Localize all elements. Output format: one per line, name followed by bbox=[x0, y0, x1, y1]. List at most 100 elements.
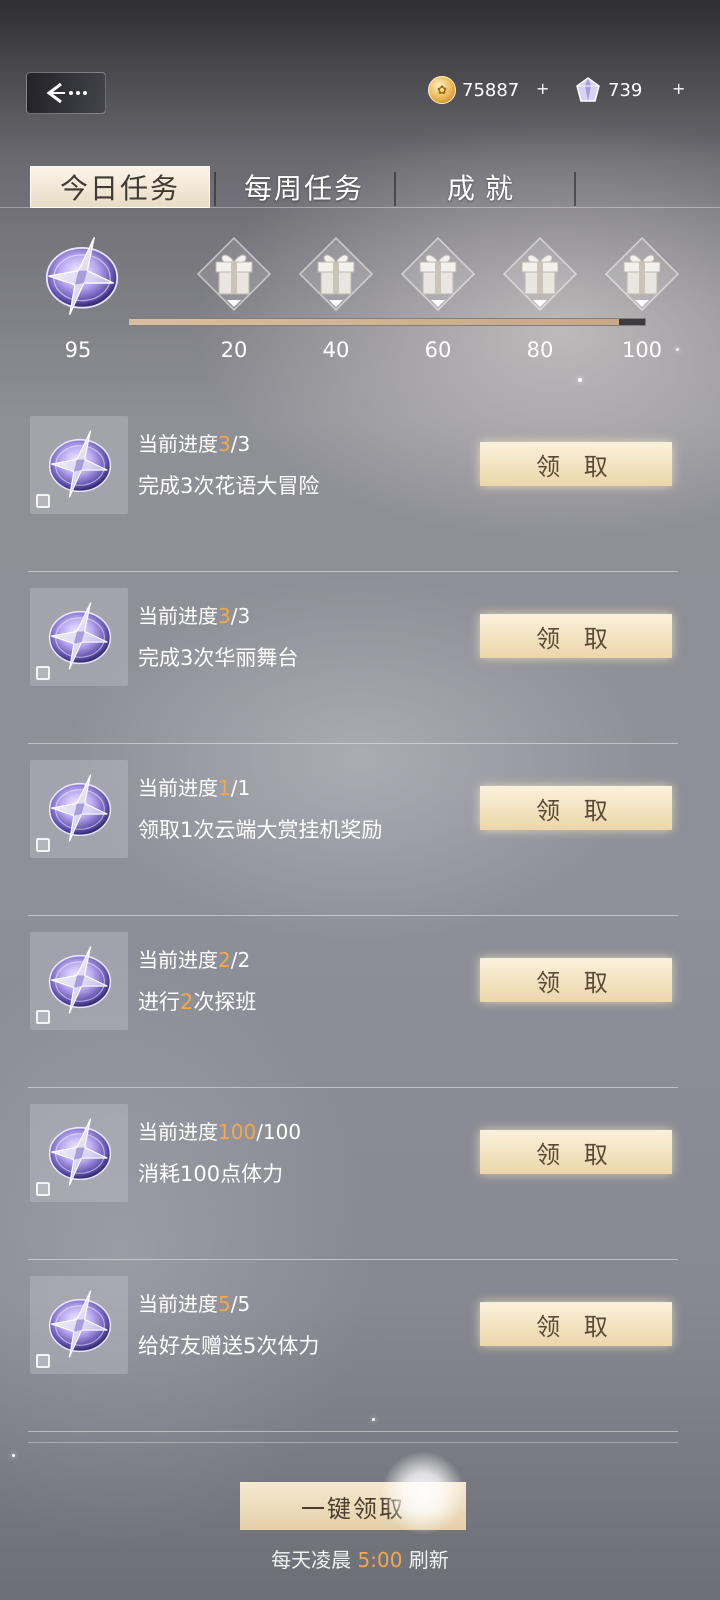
reward-star-icon bbox=[48, 945, 112, 1015]
progress-total: /2 bbox=[230, 948, 251, 972]
tab-weekly[interactable]: 每周任务 bbox=[216, 166, 392, 208]
progress-label: 当前进度 bbox=[138, 948, 218, 972]
gem-icon bbox=[576, 77, 600, 102]
add-coins-button[interactable]: + bbox=[536, 70, 549, 106]
activity-points: 95 bbox=[64, 338, 92, 362]
progress-total: /3 bbox=[230, 604, 251, 628]
row-divider bbox=[28, 1431, 678, 1432]
task-progress: 当前进度100/100 bbox=[138, 1116, 301, 1145]
sparkle bbox=[12, 1454, 15, 1457]
task-reward[interactable] bbox=[30, 760, 128, 858]
progress-total: /5 bbox=[230, 1292, 251, 1316]
task-row: 当前进度5/5 给好友赠送5次体力 领 取 bbox=[28, 1260, 678, 1432]
progress-total: /1 bbox=[230, 776, 251, 800]
refresh-text: 每天凌晨 bbox=[271, 1548, 358, 1572]
task-progress: 当前进度3/3 bbox=[138, 600, 250, 629]
quantity-badge-icon bbox=[36, 1354, 50, 1368]
task-progress: 当前进度2/2 bbox=[138, 944, 250, 973]
task-progress: 当前进度3/3 bbox=[138, 428, 250, 457]
refresh-text: 刷新 bbox=[402, 1548, 449, 1572]
milestone-gift-60[interactable] bbox=[398, 234, 478, 314]
reward-star-icon bbox=[48, 1117, 112, 1187]
reward-star-icon bbox=[48, 1289, 112, 1359]
list-bottom-divider bbox=[28, 1442, 678, 1443]
task-description: 完成3次花语大冒险 bbox=[138, 474, 320, 498]
progress-current: 5 bbox=[218, 1292, 231, 1316]
gift-icon bbox=[503, 237, 577, 311]
task-description: 消耗100点体力 bbox=[138, 1162, 284, 1186]
desc-text: 进行 bbox=[138, 990, 180, 1014]
task-reward[interactable] bbox=[30, 932, 128, 1030]
progress-label: 当前进度 bbox=[138, 604, 218, 628]
tab-achievements[interactable]: 成就 bbox=[396, 166, 574, 208]
claim-button[interactable]: 领 取 bbox=[480, 614, 672, 658]
quantity-badge-icon bbox=[36, 838, 50, 852]
milestone-label: 20 bbox=[220, 338, 248, 362]
reward-star-icon bbox=[48, 773, 112, 843]
gift-icon bbox=[197, 237, 271, 311]
task-description: 完成3次华丽舞台 bbox=[138, 646, 299, 670]
quantity-badge-icon bbox=[36, 494, 50, 508]
task-progress: 当前进度5/5 bbox=[138, 1288, 250, 1317]
task-row: 当前进度3/3 完成3次华丽舞台 领 取 bbox=[28, 572, 678, 744]
progress-current: 3 bbox=[218, 604, 231, 628]
progress-total: /3 bbox=[230, 432, 251, 456]
quantity-badge-icon bbox=[36, 666, 50, 680]
coin-amount: 75887 bbox=[462, 79, 520, 101]
activity-progress-fill bbox=[129, 319, 620, 325]
refresh-time: 5:00 bbox=[357, 1548, 403, 1572]
claim-button[interactable]: 领 取 bbox=[480, 442, 672, 486]
progress-current: 100 bbox=[218, 1120, 257, 1144]
claim-button[interactable]: 领 取 bbox=[480, 1130, 672, 1174]
milestone-gift-40[interactable] bbox=[296, 234, 376, 314]
claim-button[interactable]: 领 取 bbox=[480, 1302, 672, 1346]
progress-total: /100 bbox=[256, 1120, 302, 1144]
task-description: 领取1次云端大赏挂机奖励 bbox=[138, 818, 383, 842]
task-description: 进行2次探班 bbox=[138, 986, 256, 1016]
task-progress: 当前进度1/1 bbox=[138, 772, 250, 801]
progress-current: 3 bbox=[218, 432, 231, 456]
task-description: 给好友赠送5次体力 bbox=[138, 1334, 320, 1358]
reward-star-icon bbox=[48, 601, 112, 671]
gift-icon bbox=[299, 237, 373, 311]
progress-current: 1 bbox=[218, 776, 231, 800]
refresh-note: 每天凌晨 5:00 刷新 bbox=[0, 1544, 720, 1573]
task-reward[interactable] bbox=[30, 1276, 128, 1374]
back-arrow-icon bbox=[46, 82, 87, 104]
desc-text: 次探班 bbox=[193, 990, 257, 1014]
task-row: 当前进度2/2 进行2次探班 领 取 bbox=[28, 916, 678, 1088]
task-row: 当前进度1/1 领取1次云端大赏挂机奖励 领 取 bbox=[28, 744, 678, 916]
add-gems-button[interactable]: + bbox=[672, 70, 685, 106]
milestone-gift-20[interactable] bbox=[194, 234, 274, 314]
progress-current: 2 bbox=[218, 948, 231, 972]
task-reward[interactable] bbox=[30, 588, 128, 686]
milestone-label: 40 bbox=[322, 338, 350, 362]
activity-star-icon bbox=[45, 236, 119, 316]
claim-button[interactable]: 领 取 bbox=[480, 958, 672, 1002]
progress-label: 当前进度 bbox=[138, 1292, 218, 1316]
task-row: 当前进度3/3 完成3次花语大冒险 领 取 bbox=[28, 400, 678, 572]
milestone-gift-80[interactable] bbox=[500, 234, 580, 314]
coin-icon: ✿ bbox=[428, 76, 456, 104]
back-button[interactable] bbox=[26, 72, 106, 114]
desc-highlight: 2 bbox=[180, 990, 194, 1014]
milestone-gift-100[interactable] bbox=[602, 234, 682, 314]
task-reward[interactable] bbox=[30, 416, 128, 514]
progress-label: 当前进度 bbox=[138, 1120, 218, 1144]
activity-progress-bar bbox=[128, 318, 646, 326]
tab-daily[interactable]: 今日任务 bbox=[30, 166, 210, 208]
task-reward[interactable] bbox=[30, 1104, 128, 1202]
milestone-label: 60 bbox=[424, 338, 452, 362]
milestone-label: 100 bbox=[621, 338, 663, 362]
sparkle bbox=[578, 378, 582, 382]
claim-button[interactable]: 领 取 bbox=[480, 786, 672, 830]
coin-balance: ✿ 75887 bbox=[428, 72, 519, 108]
claim-all-button[interactable]: 一键领取 bbox=[240, 1482, 466, 1530]
tab-separator bbox=[574, 172, 576, 206]
gem-amount: 739 bbox=[608, 79, 643, 101]
gem-balance: 739 bbox=[574, 72, 642, 108]
reward-star-icon bbox=[48, 429, 112, 499]
milestone-label: 80 bbox=[526, 338, 554, 362]
quantity-badge-icon bbox=[36, 1182, 50, 1196]
task-row: 当前进度100/100 消耗100点体力 领 取 bbox=[28, 1088, 678, 1260]
